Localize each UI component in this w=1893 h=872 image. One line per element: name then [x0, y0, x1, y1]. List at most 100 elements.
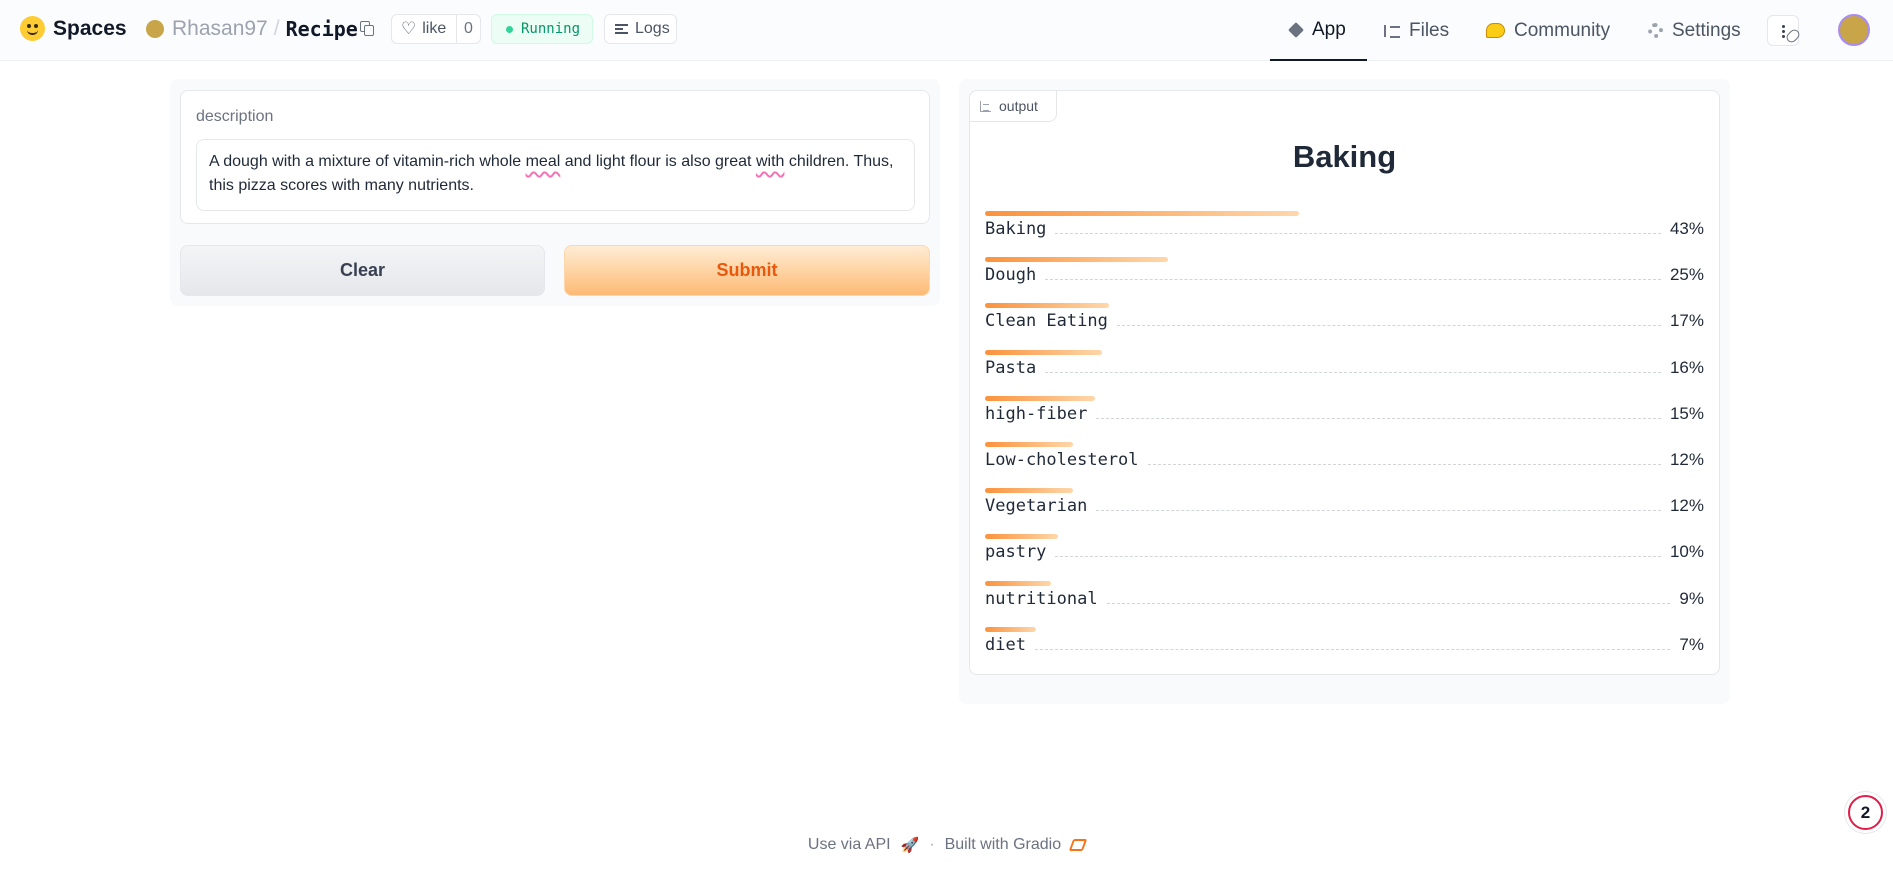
tab-community[interactable]: Community [1486, 0, 1610, 61]
description-block: description A dough with a mixture of vi… [180, 90, 930, 224]
confidence-row-text: diet 7% [985, 635, 1704, 655]
confidence-row: Baking 43% [985, 211, 1704, 251]
tab-settings-label: Settings [1672, 19, 1741, 41]
confidence-row-text: pastry 10% [985, 542, 1704, 562]
tab-community-label: Community [1514, 19, 1611, 41]
output-tag: output [969, 90, 1057, 122]
heart-icon: ♡ [401, 19, 417, 38]
confidence-bar [985, 534, 1058, 540]
output-tag-label: output [999, 98, 1038, 114]
status-dot-icon [506, 25, 513, 33]
confidence-label-name: Pasta [985, 357, 1037, 378]
confidence-label-name: pastry [985, 542, 1047, 563]
confidence-row-text: high-fiber 15% [985, 404, 1704, 424]
dotted-leader [1034, 648, 1671, 650]
dotted-leader [1055, 556, 1661, 558]
confidence-bar [985, 442, 1073, 447]
confidence-row: nutritional 9% [985, 580, 1704, 621]
brand-label: Spaces [53, 16, 127, 40]
confidence-bar [985, 580, 1051, 586]
confidence-label-name: diet [985, 634, 1026, 655]
misspelled-word: meal [525, 153, 561, 170]
confidence-row-text: Dough 25% [985, 265, 1704, 285]
description-label: description [196, 108, 274, 125]
status-badge[interactable]: Running [491, 14, 593, 44]
dotted-leader [1116, 325, 1661, 327]
confidence-percent: 43% [1669, 219, 1704, 238]
output-block: output Baking Baking 43% Dough 25% Clean Eat… [969, 90, 1720, 675]
confidence-row-text: Clean Eating 17% [985, 311, 1704, 331]
tab-files[interactable]: Files [1384, 0, 1449, 61]
status-label: Running [521, 21, 581, 37]
cube-icon [1288, 21, 1304, 38]
confidence-percent: 12% [1669, 496, 1704, 516]
footer: Use via API 🚀 · Built with Gradio [0, 836, 1893, 854]
confidence-row: Clean Eating 17% [985, 303, 1704, 343]
confidence-row-text: Vegetarian 12% [985, 496, 1704, 516]
confidence-percent: 17% [1669, 311, 1704, 331]
confidence-bar [985, 303, 1109, 309]
repo-name-link[interactable]: Recipe [286, 17, 358, 41]
tab-settings[interactable]: Settings [1648, 0, 1741, 61]
notification-badge[interactable]: 2 [1848, 795, 1883, 830]
clear-button[interactable]: Clear [180, 245, 545, 296]
confidence-percent: 12% [1669, 450, 1704, 469]
repo-breadcrumb: Rhasan97 / Recipe [146, 17, 358, 41]
logs-button[interactable]: Logs [604, 14, 677, 44]
confidence-label-name: Baking [985, 219, 1047, 239]
confidence-percent: 16% [1669, 357, 1704, 377]
spaces-link[interactable]: Spaces [20, 16, 127, 41]
gradio-logo-icon [1068, 839, 1088, 851]
confidence-bar [985, 626, 1036, 632]
copy-icon[interactable] [360, 21, 374, 36]
tab-app-label: App [1312, 18, 1346, 40]
misspelled-word: with [755, 153, 785, 170]
kebab-menu-icon [1782, 25, 1785, 28]
confidence-row-text: nutritional 9% [985, 589, 1704, 609]
community-icon [1486, 23, 1505, 38]
confidence-bar [985, 257, 1168, 263]
predicted-label-title: Baking [1292, 139, 1397, 174]
confidence-row: Dough 25% [985, 257, 1704, 297]
dotted-leader [1096, 510, 1661, 512]
confidence-row-text: Low-cholesterol 12% [985, 450, 1704, 470]
breadcrumb-separator: / [273, 17, 280, 40]
dotted-leader [1096, 417, 1661, 419]
description-textarea[interactable]: A dough with a mixture of vitamin-rich w… [196, 139, 915, 211]
like-count: 0 [464, 20, 473, 37]
chart-icon [980, 100, 991, 112]
confidence-row: high-fiber 15% [985, 395, 1704, 436]
confidence-percent: 10% [1669, 542, 1704, 562]
like-button[interactable]: ♡ like 0 [391, 14, 481, 44]
confidence-row: diet 7% [985, 626, 1704, 667]
tab-app[interactable]: App [1270, 0, 1367, 61]
files-icon [1384, 24, 1400, 38]
confidence-bar [985, 488, 1073, 494]
confidence-percent: 9% [1679, 588, 1704, 608]
text-part: and light flour is also great [560, 153, 756, 170]
owner-avatar-icon [146, 20, 164, 38]
output-panel: output Baking Baking 43% Dough 25% Clean Eat… [959, 79, 1730, 704]
huggingface-logo-icon [20, 16, 45, 41]
owner-link[interactable]: Rhasan97 [172, 17, 268, 41]
confidence-percent: 25% [1669, 265, 1704, 285]
submit-button[interactable]: Submit [564, 245, 930, 296]
like-label: like [422, 20, 447, 37]
tab-files-label: Files [1409, 19, 1450, 41]
built-with-gradio-link[interactable]: Built with Gradio [945, 836, 1062, 854]
use-via-api-link[interactable]: Use via API [808, 836, 891, 854]
dotted-leader [1106, 602, 1671, 604]
user-avatar[interactable] [1838, 14, 1870, 46]
confidence-label-name: Clean Eating [985, 311, 1108, 332]
dotted-leader [1147, 464, 1661, 465]
confidence-row: Vegetarian 12% [985, 488, 1704, 528]
dotted-leader [1045, 371, 1661, 373]
rocket-icon: 🚀 [900, 837, 920, 854]
confidence-row-text: Baking 43% [985, 219, 1704, 239]
confidence-bar [985, 395, 1095, 401]
dotted-leader [1055, 233, 1661, 234]
confidence-row-text: Pasta 16% [985, 358, 1704, 378]
dotted-leader [1045, 279, 1661, 281]
footer-separator: · [929, 836, 935, 853]
gear-icon [1648, 23, 1663, 38]
